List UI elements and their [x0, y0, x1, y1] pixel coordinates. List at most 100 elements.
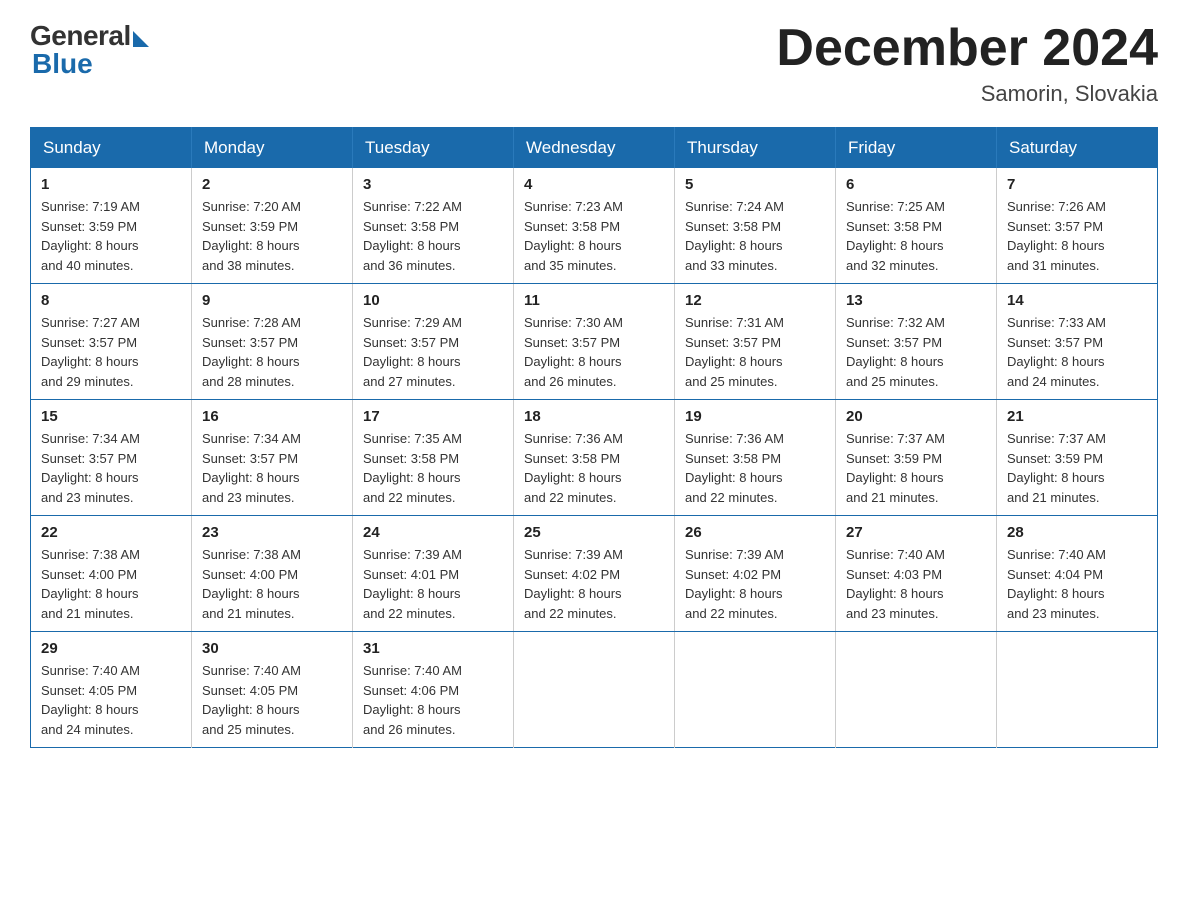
- day-info: Sunrise: 7:19 AM Sunset: 3:59 PM Dayligh…: [41, 197, 181, 275]
- day-number: 8: [41, 292, 181, 309]
- day-info: Sunrise: 7:35 AM Sunset: 3:58 PM Dayligh…: [363, 429, 503, 507]
- day-info: Sunrise: 7:40 AM Sunset: 4:06 PM Dayligh…: [363, 661, 503, 739]
- day-info: Sunrise: 7:39 AM Sunset: 4:02 PM Dayligh…: [524, 545, 664, 623]
- day-number: 14: [1007, 292, 1147, 309]
- day-cell: 9 Sunrise: 7:28 AM Sunset: 3:57 PM Dayli…: [192, 284, 353, 400]
- day-number: 12: [685, 292, 825, 309]
- weekday-header-sunday: Sunday: [31, 128, 192, 169]
- day-number: 17: [363, 408, 503, 425]
- weekday-header-wednesday: Wednesday: [514, 128, 675, 169]
- day-cell: 7 Sunrise: 7:26 AM Sunset: 3:57 PM Dayli…: [997, 168, 1158, 284]
- day-cell: 21 Sunrise: 7:37 AM Sunset: 3:59 PM Dayl…: [997, 400, 1158, 516]
- day-cell: 26 Sunrise: 7:39 AM Sunset: 4:02 PM Dayl…: [675, 516, 836, 632]
- day-cell: 24 Sunrise: 7:39 AM Sunset: 4:01 PM Dayl…: [353, 516, 514, 632]
- day-cell: 15 Sunrise: 7:34 AM Sunset: 3:57 PM Dayl…: [31, 400, 192, 516]
- day-info: Sunrise: 7:30 AM Sunset: 3:57 PM Dayligh…: [524, 313, 664, 391]
- page-header: General Blue December 2024 Samorin, Slov…: [30, 20, 1158, 107]
- day-cell: 18 Sunrise: 7:36 AM Sunset: 3:58 PM Dayl…: [514, 400, 675, 516]
- day-number: 6: [846, 176, 986, 193]
- day-number: 15: [41, 408, 181, 425]
- day-cell: 16 Sunrise: 7:34 AM Sunset: 3:57 PM Dayl…: [192, 400, 353, 516]
- day-cell: 30 Sunrise: 7:40 AM Sunset: 4:05 PM Dayl…: [192, 632, 353, 748]
- week-row-1: 1 Sunrise: 7:19 AM Sunset: 3:59 PM Dayli…: [31, 168, 1158, 284]
- day-cell: 27 Sunrise: 7:40 AM Sunset: 4:03 PM Dayl…: [836, 516, 997, 632]
- day-info: Sunrise: 7:34 AM Sunset: 3:57 PM Dayligh…: [41, 429, 181, 507]
- day-number: 10: [363, 292, 503, 309]
- day-info: Sunrise: 7:27 AM Sunset: 3:57 PM Dayligh…: [41, 313, 181, 391]
- day-info: Sunrise: 7:28 AM Sunset: 3:57 PM Dayligh…: [202, 313, 342, 391]
- day-info: Sunrise: 7:25 AM Sunset: 3:58 PM Dayligh…: [846, 197, 986, 275]
- day-cell: [675, 632, 836, 748]
- day-number: 2: [202, 176, 342, 193]
- day-info: Sunrise: 7:40 AM Sunset: 4:05 PM Dayligh…: [41, 661, 181, 739]
- week-row-2: 8 Sunrise: 7:27 AM Sunset: 3:57 PM Dayli…: [31, 284, 1158, 400]
- day-number: 25: [524, 524, 664, 541]
- day-cell: 25 Sunrise: 7:39 AM Sunset: 4:02 PM Dayl…: [514, 516, 675, 632]
- day-info: Sunrise: 7:24 AM Sunset: 3:58 PM Dayligh…: [685, 197, 825, 275]
- day-cell: 31 Sunrise: 7:40 AM Sunset: 4:06 PM Dayl…: [353, 632, 514, 748]
- day-cell: 2 Sunrise: 7:20 AM Sunset: 3:59 PM Dayli…: [192, 168, 353, 284]
- day-number: 29: [41, 640, 181, 657]
- day-cell: 29 Sunrise: 7:40 AM Sunset: 4:05 PM Dayl…: [31, 632, 192, 748]
- weekday-header-row: SundayMondayTuesdayWednesdayThursdayFrid…: [31, 128, 1158, 169]
- day-cell: 19 Sunrise: 7:36 AM Sunset: 3:58 PM Dayl…: [675, 400, 836, 516]
- week-row-4: 22 Sunrise: 7:38 AM Sunset: 4:00 PM Dayl…: [31, 516, 1158, 632]
- day-number: 16: [202, 408, 342, 425]
- day-cell: 20 Sunrise: 7:37 AM Sunset: 3:59 PM Dayl…: [836, 400, 997, 516]
- day-info: Sunrise: 7:38 AM Sunset: 4:00 PM Dayligh…: [41, 545, 181, 623]
- day-number: 11: [524, 292, 664, 309]
- day-cell: 8 Sunrise: 7:27 AM Sunset: 3:57 PM Dayli…: [31, 284, 192, 400]
- month-title: December 2024: [776, 20, 1158, 77]
- day-number: 27: [846, 524, 986, 541]
- day-info: Sunrise: 7:40 AM Sunset: 4:04 PM Dayligh…: [1007, 545, 1147, 623]
- day-info: Sunrise: 7:37 AM Sunset: 3:59 PM Dayligh…: [1007, 429, 1147, 507]
- weekday-header-friday: Friday: [836, 128, 997, 169]
- day-number: 23: [202, 524, 342, 541]
- calendar-table: SundayMondayTuesdayWednesdayThursdayFrid…: [30, 127, 1158, 748]
- logo: General Blue: [30, 20, 149, 80]
- weekday-header-tuesday: Tuesday: [353, 128, 514, 169]
- week-row-5: 29 Sunrise: 7:40 AM Sunset: 4:05 PM Dayl…: [31, 632, 1158, 748]
- weekday-header-thursday: Thursday: [675, 128, 836, 169]
- day-number: 7: [1007, 176, 1147, 193]
- day-info: Sunrise: 7:26 AM Sunset: 3:57 PM Dayligh…: [1007, 197, 1147, 275]
- day-cell: 13 Sunrise: 7:32 AM Sunset: 3:57 PM Dayl…: [836, 284, 997, 400]
- day-cell: 3 Sunrise: 7:22 AM Sunset: 3:58 PM Dayli…: [353, 168, 514, 284]
- day-number: 26: [685, 524, 825, 541]
- weekday-header-monday: Monday: [192, 128, 353, 169]
- day-number: 31: [363, 640, 503, 657]
- day-number: 13: [846, 292, 986, 309]
- day-number: 22: [41, 524, 181, 541]
- day-info: Sunrise: 7:20 AM Sunset: 3:59 PM Dayligh…: [202, 197, 342, 275]
- day-cell: [997, 632, 1158, 748]
- day-number: 5: [685, 176, 825, 193]
- day-number: 9: [202, 292, 342, 309]
- day-cell: 14 Sunrise: 7:33 AM Sunset: 3:57 PM Dayl…: [997, 284, 1158, 400]
- day-number: 3: [363, 176, 503, 193]
- day-info: Sunrise: 7:39 AM Sunset: 4:02 PM Dayligh…: [685, 545, 825, 623]
- day-info: Sunrise: 7:31 AM Sunset: 3:57 PM Dayligh…: [685, 313, 825, 391]
- location: Samorin, Slovakia: [776, 81, 1158, 107]
- day-number: 20: [846, 408, 986, 425]
- day-cell: [836, 632, 997, 748]
- day-cell: 4 Sunrise: 7:23 AM Sunset: 3:58 PM Dayli…: [514, 168, 675, 284]
- day-cell: 12 Sunrise: 7:31 AM Sunset: 3:57 PM Dayl…: [675, 284, 836, 400]
- day-number: 1: [41, 176, 181, 193]
- day-cell: 11 Sunrise: 7:30 AM Sunset: 3:57 PM Dayl…: [514, 284, 675, 400]
- day-number: 28: [1007, 524, 1147, 541]
- day-cell: 1 Sunrise: 7:19 AM Sunset: 3:59 PM Dayli…: [31, 168, 192, 284]
- day-cell: 5 Sunrise: 7:24 AM Sunset: 3:58 PM Dayli…: [675, 168, 836, 284]
- day-info: Sunrise: 7:22 AM Sunset: 3:58 PM Dayligh…: [363, 197, 503, 275]
- day-number: 18: [524, 408, 664, 425]
- day-number: 19: [685, 408, 825, 425]
- day-cell: 23 Sunrise: 7:38 AM Sunset: 4:00 PM Dayl…: [192, 516, 353, 632]
- day-info: Sunrise: 7:38 AM Sunset: 4:00 PM Dayligh…: [202, 545, 342, 623]
- day-cell: 6 Sunrise: 7:25 AM Sunset: 3:58 PM Dayli…: [836, 168, 997, 284]
- day-info: Sunrise: 7:36 AM Sunset: 3:58 PM Dayligh…: [524, 429, 664, 507]
- week-row-3: 15 Sunrise: 7:34 AM Sunset: 3:57 PM Dayl…: [31, 400, 1158, 516]
- day-number: 4: [524, 176, 664, 193]
- day-info: Sunrise: 7:29 AM Sunset: 3:57 PM Dayligh…: [363, 313, 503, 391]
- day-info: Sunrise: 7:33 AM Sunset: 3:57 PM Dayligh…: [1007, 313, 1147, 391]
- day-cell: 10 Sunrise: 7:29 AM Sunset: 3:57 PM Dayl…: [353, 284, 514, 400]
- day-info: Sunrise: 7:36 AM Sunset: 3:58 PM Dayligh…: [685, 429, 825, 507]
